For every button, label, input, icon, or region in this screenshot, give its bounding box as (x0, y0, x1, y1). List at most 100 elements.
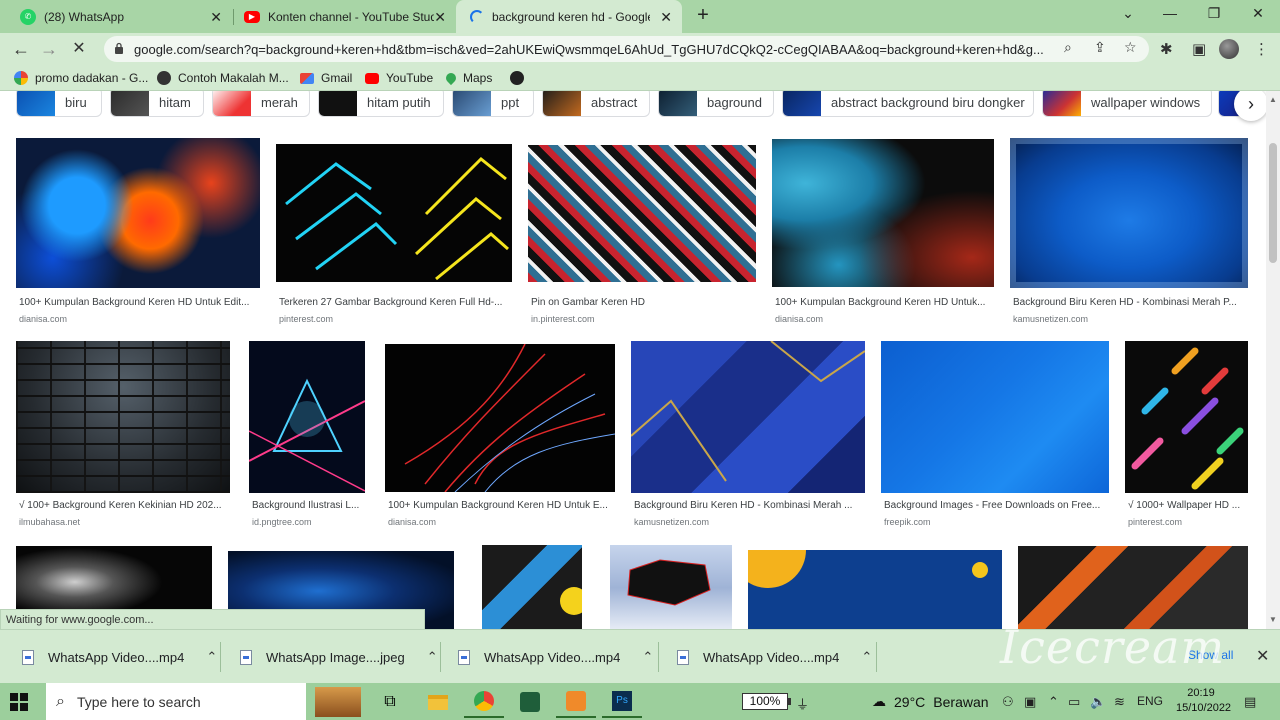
result-image[interactable] (610, 545, 732, 629)
minimize-icon[interactable]: — (1160, 5, 1180, 21)
download-item[interactable]: WhatsApp Image....jpeg ⌃ (240, 630, 438, 684)
chip-hitam-putih[interactable]: hitam putih (318, 91, 444, 117)
image-result[interactable]: Pin on Gambar Keren HD in.pinterest.com (528, 145, 756, 328)
image-result[interactable]: √ 100+ Background Keren Kekinian HD 202.… (16, 341, 230, 531)
image-result[interactable] (1018, 546, 1248, 629)
result-image[interactable] (16, 341, 230, 493)
stop-loading-icon[interactable]: ✕ (68, 38, 90, 60)
result-caption[interactable]: Background Ilustrasi L... (252, 500, 364, 511)
result-image[interactable] (249, 341, 365, 493)
chip-ppt[interactable]: ppt (452, 91, 534, 117)
bookmark-contoh-makalah[interactable]: Contoh Makalah M... (157, 71, 289, 85)
search-highlight-icon[interactable] (312, 686, 364, 718)
zoom-icon[interactable]: ⌕ (1064, 39, 1072, 56)
result-image[interactable] (16, 138, 260, 288)
file-explorer-icon[interactable] (418, 686, 458, 718)
result-caption[interactable]: Background Images - Free Downloads on Fr… (884, 500, 1108, 511)
result-image[interactable] (1125, 341, 1248, 493)
result-image[interactable] (881, 341, 1109, 493)
chip-wallpaper-windows[interactable]: wallpaper windows (1042, 91, 1212, 117)
language-indicator[interactable]: ENG (1137, 694, 1163, 708)
image-result[interactable] (748, 550, 1002, 629)
photoshop-icon[interactable]: Ps (602, 686, 642, 718)
image-result[interactable]: √ 1000+ Wallpaper HD ... pinterest.com (1125, 341, 1248, 531)
camera-icon[interactable]: ▣ (1024, 694, 1036, 710)
share-icon[interactable]: ⇪ (1094, 39, 1106, 56)
result-image[interactable] (1018, 546, 1248, 629)
result-image[interactable] (631, 341, 865, 493)
result-image[interactable] (748, 550, 1002, 629)
people-icon[interactable]: ⚇ (1002, 694, 1014, 710)
result-image[interactable] (772, 139, 994, 287)
image-result[interactable]: Background Images - Free Downloads on Fr… (881, 341, 1109, 531)
side-panel-icon[interactable]: ▣ (1192, 40, 1206, 58)
image-result[interactable] (610, 545, 732, 629)
image-result[interactable] (482, 545, 582, 629)
image-result[interactable]: 100+ Kumpulan Background Keren HD Untuk … (385, 344, 615, 531)
chip-hitam[interactable]: hitam (110, 91, 204, 117)
scroll-down-icon[interactable]: ▼ (1269, 615, 1277, 624)
chip-merah[interactable]: merah (212, 91, 310, 117)
show-hidden-icon[interactable]: ⌃ (1048, 694, 1059, 710)
download-item[interactable]: WhatsApp Video....mp4 ⌃ (22, 630, 217, 684)
tab-google-search[interactable]: background keren hd - Google Penelusuran… (456, 0, 682, 33)
chevron-up-icon[interactable]: ⌃ (642, 649, 653, 665)
bookmark-star-icon[interactable]: ☆ (1124, 39, 1137, 56)
extensions-icon[interactable]: ✱ (1160, 40, 1173, 58)
image-result[interactable]: Background Ilustrasi L... id.pngtree.com (249, 341, 365, 531)
notification-icon[interactable]: ▤ (1244, 694, 1256, 710)
address-bar[interactable]: google.com/search?q=background+keren+hd&… (104, 36, 1149, 62)
bookmark-maps[interactable]: Maps (443, 70, 492, 86)
show-all-link[interactable]: Show all (1188, 648, 1233, 662)
close-icon[interactable]: ✕ (1256, 646, 1269, 666)
image-result[interactable]: 100+ Kumpulan Background Keren HD Untuk … (16, 138, 260, 328)
menu-icon[interactable]: ⋮ (1254, 40, 1269, 58)
image-result[interactable]: Background Biru Keren HD - Kombinasi Mer… (631, 341, 865, 531)
restore-icon[interactable]: ❐ (1204, 5, 1224, 22)
close-icon[interactable]: ✕ (660, 9, 672, 26)
result-image[interactable] (385, 344, 615, 492)
download-item[interactable]: WhatsApp Video....mp4 ⌃ (677, 630, 872, 684)
result-caption[interactable]: 100+ Kumpulan Background Keren HD Untuk.… (775, 297, 993, 308)
result-caption[interactable]: Terkeren 27 Gambar Background Keren Full… (279, 297, 511, 308)
result-caption[interactable]: Background Biru Keren HD - Kombinasi Mer… (634, 500, 864, 511)
result-image[interactable] (1010, 138, 1248, 288)
bookmark-globe[interactable] (510, 71, 531, 85)
result-image[interactable] (482, 545, 582, 629)
chevron-right-icon[interactable]: › (1234, 91, 1266, 121)
chip-biru[interactable]: biru (16, 91, 102, 117)
result-caption[interactable]: √ 1000+ Wallpaper HD ... (1128, 500, 1247, 511)
close-icon[interactable]: ✕ (210, 9, 222, 26)
app-orange-icon[interactable] (556, 686, 596, 718)
system-clock[interactable]: 20:19 15/10/2022 (1176, 686, 1231, 716)
forward-icon[interactable]: → (38, 38, 60, 60)
app-green-icon[interactable] (510, 686, 550, 718)
result-caption[interactable]: 100+ Kumpulan Background Keren HD Untuk … (388, 500, 614, 511)
result-caption[interactable]: √ 100+ Background Keren Kekinian HD 202.… (19, 500, 229, 511)
weather-widget[interactable]: ☁ 29°C Berawan (872, 693, 989, 710)
chip-abstract[interactable]: abstract (542, 91, 650, 117)
close-icon[interactable]: ✕ (434, 9, 446, 26)
back-icon[interactable]: ← (10, 38, 32, 60)
scrollbar-thumb[interactable] (1269, 143, 1277, 263)
windows-start-icon[interactable] (10, 693, 28, 711)
wifi-icon[interactable]: ≋ (1114, 694, 1125, 710)
chrome-icon[interactable] (464, 686, 504, 718)
bookmark-gmail[interactable]: Gmail (300, 71, 352, 85)
scroll-up-icon[interactable]: ▲ (1269, 95, 1277, 104)
bookmark-promo[interactable]: promo dadakan - G... (14, 71, 148, 85)
image-result[interactable]: Terkeren 27 Gambar Background Keren Full… (276, 144, 512, 328)
result-image[interactable] (528, 145, 756, 282)
chevron-up-icon[interactable]: ⌃ (861, 649, 872, 665)
profile-avatar[interactable] (1219, 39, 1239, 59)
battery-icon[interactable]: ▭ (1068, 694, 1080, 710)
result-image[interactable] (276, 144, 512, 282)
tab-youtube-studio[interactable]: ▶ Konten channel - YouTube Studio ✕ (230, 0, 456, 33)
close-window-icon[interactable]: ✕ (1248, 5, 1268, 22)
result-caption[interactable]: 100+ Kumpulan Background Keren HD Untuk … (19, 297, 257, 308)
battery-indicator[interactable]: 100% (742, 693, 791, 710)
chip-abstract-biru-dongker[interactable]: abstract background biru dongker (782, 91, 1034, 117)
new-tab-button[interactable]: + (692, 4, 714, 26)
page-scrollbar[interactable]: ▲ ▼ (1266, 91, 1280, 629)
volume-icon[interactable]: 🔈 (1090, 694, 1106, 710)
